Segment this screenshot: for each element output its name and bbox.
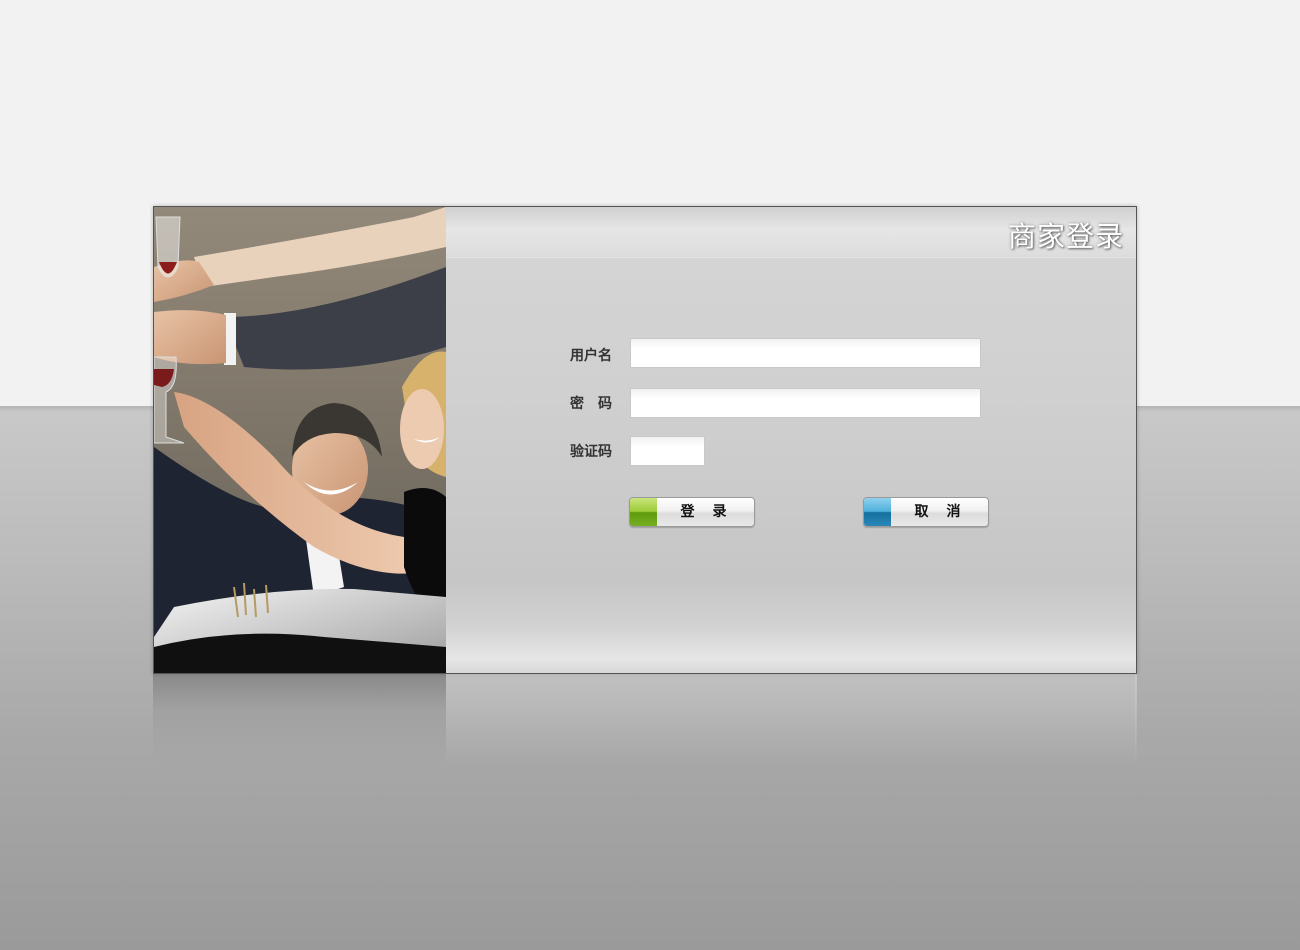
cancel-button[interactable]: 取消 bbox=[863, 497, 989, 527]
login-title: 商家登录 bbox=[1007, 220, 1124, 253]
password-input[interactable] bbox=[630, 388, 981, 418]
captcha-label: 验证码 bbox=[570, 444, 612, 460]
card-reflection bbox=[153, 674, 1137, 764]
username-input[interactable] bbox=[630, 338, 981, 368]
panel-reflection bbox=[446, 674, 1136, 764]
username-label: 用户名 bbox=[570, 348, 612, 364]
panel-header: 商家登录 bbox=[446, 207, 1136, 258]
login-panel: 商家登录 用户名 密 码 验证码 登录 取消 bbox=[446, 207, 1136, 673]
celebration-photo bbox=[154, 207, 446, 673]
login-button[interactable]: 登录 bbox=[629, 497, 755, 527]
login-button-accent bbox=[630, 498, 657, 526]
cancel-button-accent bbox=[864, 498, 891, 526]
password-label: 密 码 bbox=[570, 396, 612, 412]
login-card: 商家登录 用户名 密 码 验证码 登录 取消 bbox=[153, 206, 1137, 674]
cancel-button-label: 取消 bbox=[914, 504, 979, 520]
photo-reflection bbox=[153, 674, 446, 764]
photo-illustration bbox=[154, 207, 446, 673]
login-button-label: 登录 bbox=[680, 504, 745, 520]
edge-reflection bbox=[1135, 674, 1137, 764]
captcha-input[interactable] bbox=[630, 436, 705, 466]
